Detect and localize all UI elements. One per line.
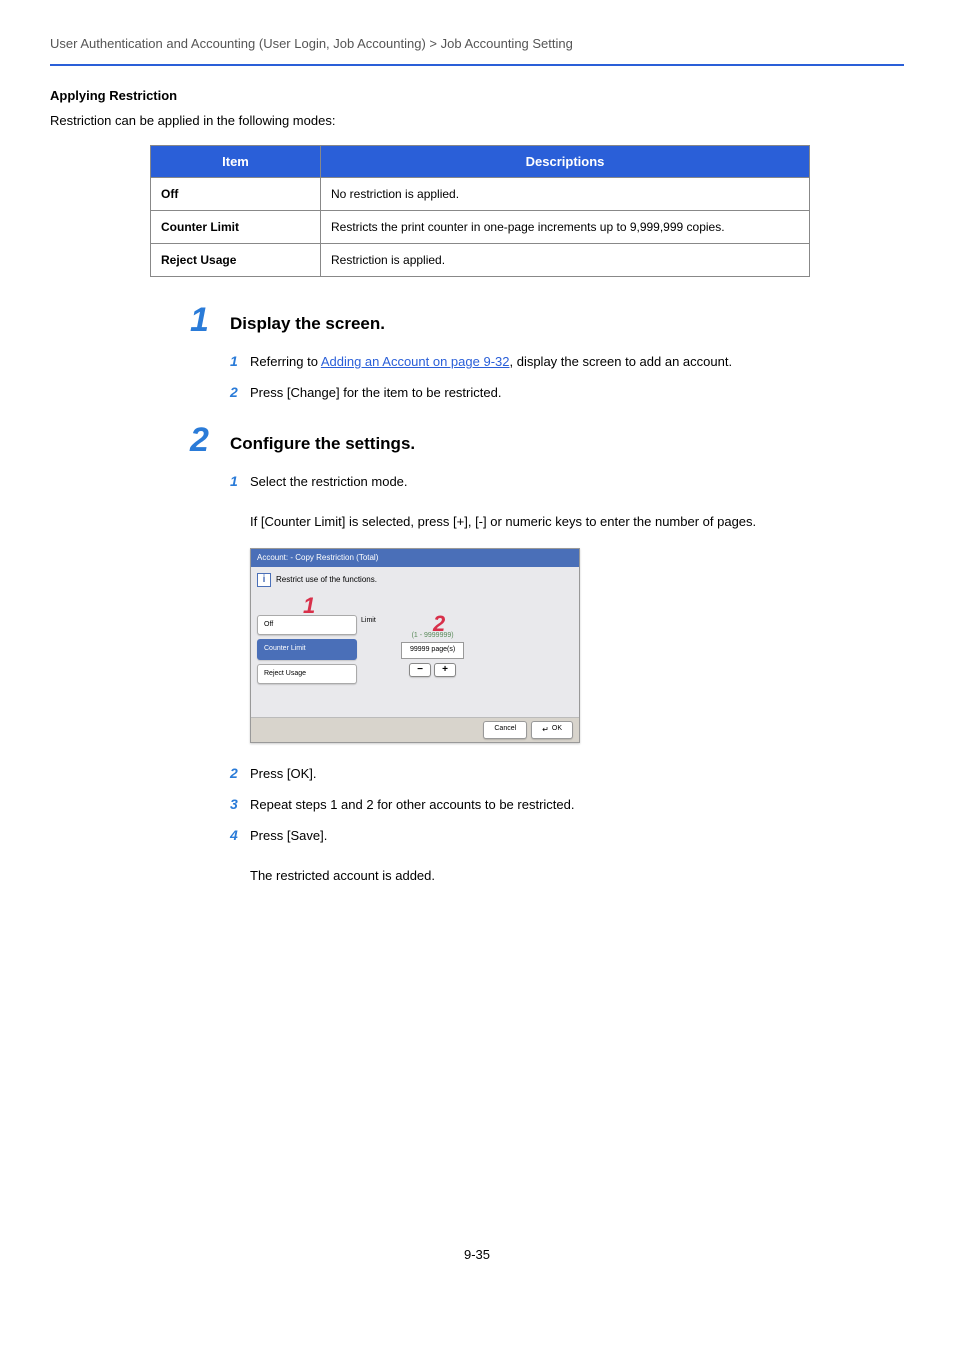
divider bbox=[50, 64, 904, 66]
option-reject-usage-button[interactable]: Reject Usage bbox=[257, 664, 357, 685]
substep-text: Press [Save]. bbox=[250, 826, 327, 846]
substep-2-2: 2 Press [OK]. bbox=[230, 763, 904, 784]
reference-link[interactable]: Adding an Account on page 9-32 bbox=[321, 354, 510, 369]
cancel-button[interactable]: Cancel bbox=[483, 721, 527, 739]
limit-label: Limit bbox=[361, 616, 376, 627]
dialog-footer: Cancel ↵ OK bbox=[251, 717, 579, 742]
dialog-info-text: Restrict use of the functions. bbox=[276, 574, 377, 586]
substep-text: Referring to Adding an Account on page 9… bbox=[250, 352, 732, 372]
step-2: 2 Configure the settings. bbox=[190, 423, 904, 457]
dialog-info-row: i Restrict use of the functions. bbox=[257, 573, 573, 587]
text-before: Referring to bbox=[250, 354, 321, 369]
substep-number: 2 bbox=[230, 382, 250, 403]
substep-2-4: 4 Press [Save]. bbox=[230, 825, 904, 846]
plus-button[interactable]: + bbox=[434, 663, 456, 677]
substep-number: 3 bbox=[230, 794, 250, 815]
section-heading: Applying Restriction bbox=[50, 86, 904, 106]
limit-range: (1 - 9999999) bbox=[401, 631, 464, 642]
cell-desc: No restriction is applied. bbox=[321, 178, 810, 211]
limit-value: 99999 bbox=[410, 646, 429, 653]
text-after: , display the screen to add an account. bbox=[509, 354, 732, 369]
substep-text: Select the restriction mode. bbox=[250, 472, 408, 492]
cell-item: Reject Usage bbox=[151, 244, 321, 277]
cell-item: Off bbox=[151, 178, 321, 211]
cell-item: Counter Limit bbox=[151, 211, 321, 244]
substep-2-1-detail: If [Counter Limit] is selected, press [+… bbox=[250, 512, 904, 532]
enter-icon: ↵ bbox=[542, 724, 549, 736]
restriction-table: Item Descriptions Off No restriction is … bbox=[150, 145, 810, 278]
page-number: 9-35 bbox=[50, 1245, 904, 1265]
intro-text: Restriction can be applied in the follow… bbox=[50, 111, 904, 131]
substep-1-2: 2 Press [Change] for the item to be rest… bbox=[230, 382, 904, 403]
step-2-title: Configure the settings. bbox=[230, 423, 415, 457]
step-1: 1 Display the screen. bbox=[190, 303, 904, 337]
ok-button[interactable]: ↵ OK bbox=[531, 721, 573, 739]
info-icon: i bbox=[257, 573, 271, 587]
limit-value-field[interactable]: 99999 page(s) bbox=[401, 642, 464, 659]
cell-desc: Restriction is applied. bbox=[321, 244, 810, 277]
ok-label: OK bbox=[552, 724, 562, 735]
cell-desc: Restricts the print counter in one-page … bbox=[321, 211, 810, 244]
option-counter-limit-button[interactable]: Counter Limit bbox=[257, 639, 357, 660]
table-row: Counter Limit Restricts the print counte… bbox=[151, 211, 810, 244]
breadcrumb: User Authentication and Accounting (User… bbox=[50, 34, 904, 64]
substep-2-3: 3 Repeat steps 1 and 2 for other account… bbox=[230, 794, 904, 815]
substep-2-1: 1 Select the restriction mode. bbox=[230, 471, 904, 492]
substep-number: 2 bbox=[230, 763, 250, 784]
dialog-screenshot: Account: - Copy Restriction (Total) i Re… bbox=[250, 548, 580, 743]
substep-number: 1 bbox=[230, 351, 250, 372]
substep-number: 1 bbox=[230, 471, 250, 492]
col-header-desc: Descriptions bbox=[321, 145, 810, 178]
limit-box: (1 - 9999999) 99999 page(s) − + bbox=[401, 631, 464, 677]
substep-1-1: 1 Referring to Adding an Account on page… bbox=[230, 351, 904, 372]
step-1-title: Display the screen. bbox=[230, 303, 385, 337]
limit-unit: page(s) bbox=[431, 646, 455, 653]
option-off-button[interactable]: Off bbox=[257, 615, 357, 636]
minus-button[interactable]: − bbox=[409, 663, 431, 677]
substep-text: Press [OK]. bbox=[250, 764, 316, 784]
table-row: Off No restriction is applied. bbox=[151, 178, 810, 211]
option-column: Off Counter Limit Reject Usage bbox=[257, 615, 357, 689]
dialog-body: i Restrict use of the functions. 1 2 Off… bbox=[251, 567, 579, 717]
substep-text: Repeat steps 1 and 2 for other accounts … bbox=[250, 795, 574, 815]
substep-text: Press [Change] for the item to be restri… bbox=[250, 383, 501, 403]
col-header-item: Item bbox=[151, 145, 321, 178]
substep-number: 4 bbox=[230, 825, 250, 846]
step-1-number: 1 bbox=[190, 303, 230, 337]
substep-2-4-detail: The restricted account is added. bbox=[250, 866, 904, 886]
dialog-title: Account: - Copy Restriction (Total) bbox=[251, 549, 579, 567]
step-2-number: 2 bbox=[190, 423, 230, 457]
table-row: Reject Usage Restriction is applied. bbox=[151, 244, 810, 277]
